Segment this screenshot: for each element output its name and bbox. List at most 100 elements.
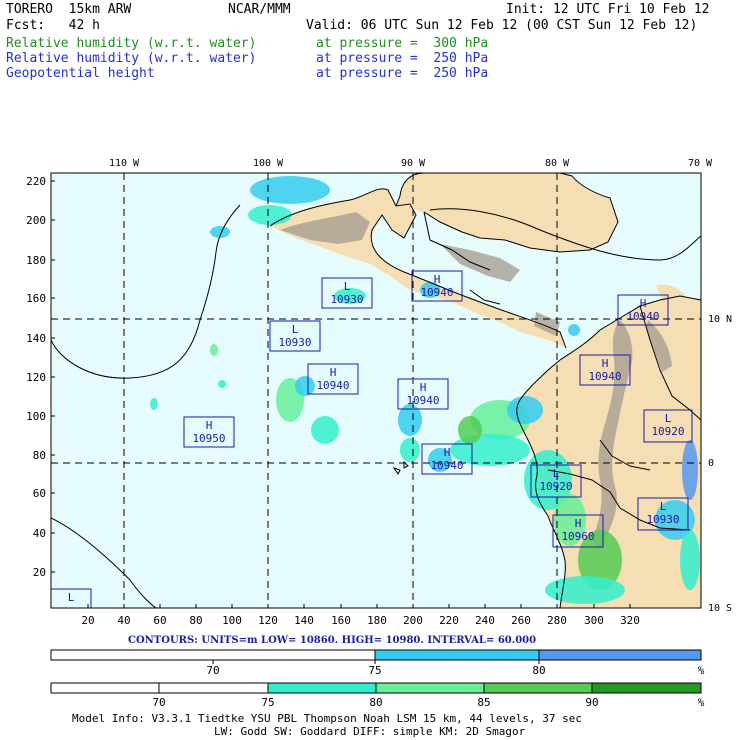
humidity-patch bbox=[568, 324, 580, 336]
x-tick-label: 280 bbox=[547, 614, 567, 627]
colorbar2-seg-3 bbox=[267, 682, 377, 694]
center-value: 10930 bbox=[278, 336, 311, 349]
lat-label-10s: 10 S bbox=[708, 603, 732, 614]
y-tick-label: 220 bbox=[26, 175, 46, 188]
humidity-patch bbox=[400, 438, 420, 462]
center-value: 10950 bbox=[192, 432, 225, 445]
colorbar2-label-90: 90 bbox=[585, 696, 598, 709]
humidity-patch bbox=[311, 416, 339, 444]
colorbar1-label-70: 70 bbox=[206, 664, 219, 677]
center-value: 10940 bbox=[406, 394, 439, 407]
center-type: H bbox=[602, 357, 609, 370]
y-tick-label: 60 bbox=[33, 487, 46, 500]
center-type: L bbox=[68, 591, 75, 604]
x-tick-label: 220 bbox=[439, 614, 459, 627]
y-tick-label: 140 bbox=[26, 332, 46, 345]
colorbar2-seg-1 bbox=[50, 682, 160, 694]
center-value: 10940 bbox=[316, 379, 349, 392]
colorbar2-seg-2 bbox=[158, 682, 269, 694]
weather-map: L10930H10940L10930H10940 H10940H10950H109… bbox=[26, 158, 732, 738]
center-type: H bbox=[640, 297, 647, 310]
colorbar2-label-70: 70 bbox=[152, 696, 165, 709]
x-tick-label: 180 bbox=[367, 614, 387, 627]
contours-info: CONTOURS: UNITS=m LOW= 10860. HIGH= 1098… bbox=[128, 635, 536, 646]
y-tick-label: 40 bbox=[33, 527, 46, 540]
x-tick-label: 40 bbox=[117, 614, 130, 627]
humidity-patch bbox=[682, 440, 698, 500]
colorbar2-label-pct: % bbox=[698, 696, 705, 709]
colorbar1-seg-2 bbox=[374, 649, 540, 661]
y-tick-label: 180 bbox=[26, 254, 46, 267]
center-type: H bbox=[575, 517, 582, 530]
y-tick-label: 80 bbox=[33, 449, 46, 462]
y-tick-label: 120 bbox=[26, 371, 46, 384]
humidity-patch bbox=[507, 396, 543, 424]
lon-label-70w: 70 W bbox=[688, 158, 713, 169]
center-value: 10920 bbox=[539, 480, 572, 493]
x-tick-label: 320 bbox=[620, 614, 640, 627]
center-type: H bbox=[206, 419, 213, 432]
center-value: 10940 bbox=[588, 370, 621, 383]
x-tick-label: 100 bbox=[222, 614, 242, 627]
x-tick-label: 240 bbox=[475, 614, 495, 627]
x-tick-label: 60 bbox=[153, 614, 166, 627]
colorbar1-seg-1 bbox=[50, 649, 376, 661]
y-tick-label: 160 bbox=[26, 292, 46, 305]
center-type: L bbox=[665, 412, 672, 425]
colorbar2-seg-6 bbox=[591, 682, 702, 694]
center-value: 10960 bbox=[561, 530, 594, 543]
center-type: H bbox=[420, 381, 427, 394]
center-value: 10930 bbox=[646, 513, 679, 526]
lon-label-90w: 90 W bbox=[401, 158, 426, 169]
center-type: H bbox=[330, 366, 337, 379]
colorbar-rh-250: 70 75 80 % bbox=[50, 649, 705, 677]
x-tick-label: 140 bbox=[294, 614, 314, 627]
x-tick-label: 260 bbox=[511, 614, 531, 627]
colorbar1-label-80: 80 bbox=[532, 664, 545, 677]
colorbar2-seg-4 bbox=[375, 682, 485, 694]
colorbar1-label-75: 75 bbox=[368, 664, 381, 677]
humidity-patch bbox=[680, 530, 700, 590]
colorbar2-label-75: 75 bbox=[261, 696, 274, 709]
center-type: L bbox=[292, 323, 299, 336]
y-tick-label: 20 bbox=[33, 566, 46, 579]
model-info: Model Info: V3.3.1 Tiedtke YSU PBL Thomp… bbox=[72, 712, 582, 725]
lon-label-80w: 80 W bbox=[545, 158, 570, 169]
colorbar-rh-300: 70 75 80 85 90 % bbox=[50, 682, 705, 709]
colorbar1-label-pct: % bbox=[698, 664, 705, 677]
center-value: 10940 bbox=[420, 286, 453, 299]
humidity-patch bbox=[218, 380, 226, 388]
center-type: H bbox=[434, 273, 441, 286]
lon-label-100w: 100 W bbox=[253, 158, 284, 169]
lat-label-10n: 10 N bbox=[708, 314, 732, 325]
colorbar2-seg-5 bbox=[483, 682, 593, 694]
humidity-patch bbox=[150, 398, 158, 410]
humidity-patch bbox=[250, 176, 330, 204]
y-tick-label: 100 bbox=[26, 410, 46, 423]
colorbar2-label-85: 85 bbox=[477, 696, 490, 709]
x-tick-label: 160 bbox=[331, 614, 351, 627]
center-type: L bbox=[553, 467, 560, 480]
humidity-patch bbox=[248, 205, 292, 225]
colorbar1-seg-3 bbox=[538, 649, 702, 661]
center-value: 10940 bbox=[626, 310, 659, 323]
x-tick-label: 20 bbox=[81, 614, 94, 627]
lon-label-110w: 110 W bbox=[109, 158, 140, 169]
humidity-patch bbox=[295, 376, 315, 396]
colorbar2-label-80: 80 bbox=[369, 696, 382, 709]
x-tick-label: 120 bbox=[258, 614, 278, 627]
humidity-patch bbox=[210, 344, 218, 356]
center-type: L bbox=[660, 500, 667, 513]
humidity-patch bbox=[458, 416, 482, 444]
y-tick-label: 200 bbox=[26, 214, 46, 227]
center-type: L bbox=[344, 280, 351, 293]
x-tick-label: 300 bbox=[584, 614, 604, 627]
center-type: H bbox=[444, 446, 451, 459]
center-value: 10930 bbox=[330, 293, 363, 306]
x-tick-label: 200 bbox=[403, 614, 423, 627]
center-value: 10920 bbox=[651, 425, 684, 438]
lat-label-0: 0 bbox=[708, 458, 714, 469]
model-physics: LW: Godd SW: Goddard DIFF: simple KM: 2D… bbox=[214, 725, 526, 738]
center-value: 10940 bbox=[430, 459, 463, 472]
x-tick-label: 80 bbox=[189, 614, 202, 627]
